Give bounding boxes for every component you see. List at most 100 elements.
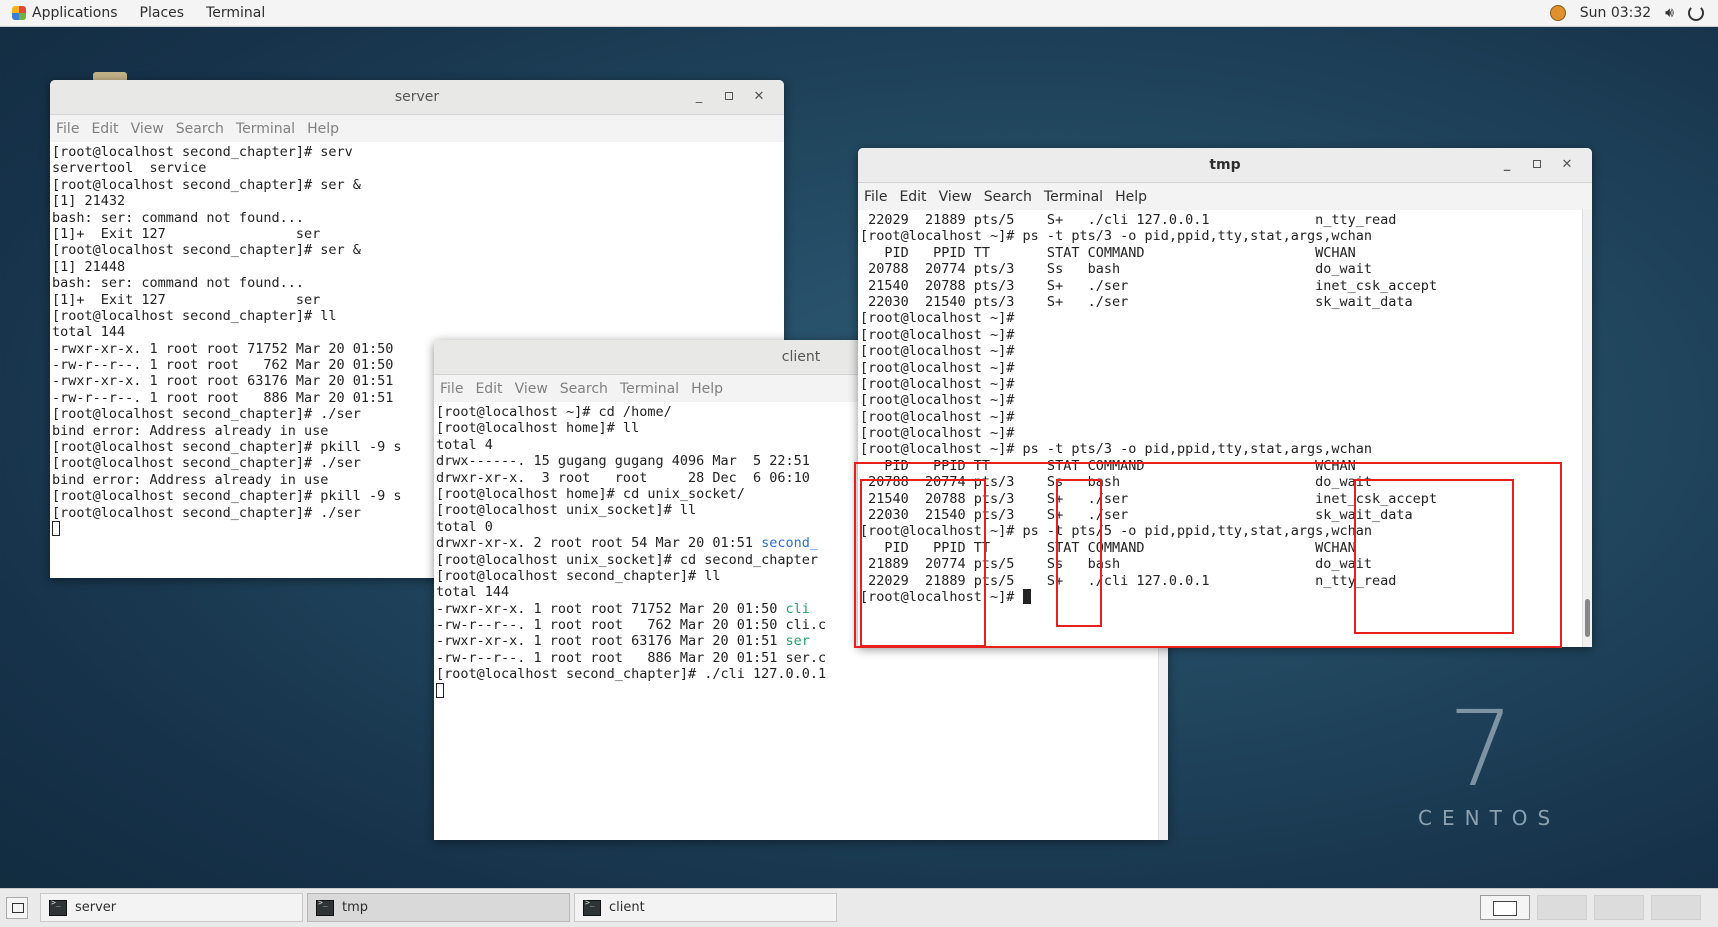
tmp-scrollbar-thumb[interactable] [1585, 599, 1590, 637]
terminal-line: 21540 20788 pts/3 S+ ./ser inet_csk_acce… [860, 490, 1438, 507]
task-server[interactable]: server [40, 893, 303, 922]
terminal-line: 20788 20774 pts/3 Ss bash do_wait [860, 261, 1373, 278]
workspace-window-preview [1493, 901, 1517, 916]
terminal-line: [root@localhost ~]# [860, 588, 1592, 605]
terminal-line-text: [root@localhost second_chapter]# ./cli 1… [436, 666, 827, 683]
terminal-line-text: [root@localhost ~]# cd /home/ [436, 404, 672, 420]
terminal-line: [root@localhost second_chapter]# serv [52, 144, 353, 160]
menu-edit[interactable]: Edit [899, 189, 926, 205]
terminal-cursor [1022, 588, 1031, 604]
terminal-colored-filename: cli [785, 600, 810, 617]
menu-search[interactable]: Search [560, 381, 608, 397]
power-icon[interactable] [1688, 5, 1704, 21]
applications-label: Applications [32, 5, 118, 21]
terminal-line: [root@localhost ~]# [860, 343, 1015, 360]
close-button[interactable]: ✕ [744, 80, 774, 114]
workspace-3[interactable] [1594, 895, 1644, 920]
terminal-line: [1] 21448 [52, 258, 126, 275]
workspace-4[interactable] [1651, 895, 1701, 920]
terminal-colored-filename: ser [785, 633, 810, 650]
task-label: tmp [342, 900, 369, 915]
server-title-bar[interactable]: server _ ✕ [50, 80, 784, 115]
places-menu[interactable]: Places [140, 5, 185, 21]
terminal-cursor-line [436, 682, 1168, 699]
terminal-line: 22029 21889 pts/5 S+ ./cli 127.0.0.1 n_t… [860, 212, 1397, 228]
terminal-app-label: Terminal [206, 5, 266, 21]
menu-terminal[interactable]: Terminal [1044, 189, 1103, 205]
terminal-cursor [436, 682, 444, 698]
terminal-line: bash: ser: command not found... [52, 209, 304, 226]
terminal-line: PID PPID TT STAT COMMAND WCHAN [860, 244, 1356, 261]
volume-icon[interactable]: 🔊︎ [1665, 5, 1674, 21]
terminal-line-text: total 144 [436, 584, 510, 601]
terminal-colored-filename: second_ [761, 535, 819, 552]
applications-icon [12, 6, 26, 20]
terminal-line: [root@localhost ~]# ps -t pts/3 -o pid,p… [860, 441, 1373, 458]
tmp-terminal-output[interactable]: 22029 21889 pts/5 S+ ./cli 127.0.0.1 n_t… [858, 210, 1592, 644]
maximize-button[interactable] [714, 80, 744, 114]
client-window-title: client [781, 349, 821, 365]
terminal-line: bash: ser: command not found... [52, 275, 304, 292]
task-tmp[interactable]: tmp [307, 893, 570, 922]
top-panel: Applications Places Terminal Sun 03:32 🔊… [0, 0, 1718, 27]
user-status-icon[interactable] [1549, 5, 1566, 21]
terminal-line: [1]+ Exit 127 ser [52, 225, 321, 242]
tmp-title-bar[interactable]: tmp _ ✕ [858, 148, 1592, 183]
menu-file[interactable]: File [864, 189, 887, 205]
terminal-line: 21540 20788 pts/3 S+ ./ser inet_csk_acce… [860, 277, 1438, 294]
terminal-line-text: -rwxr-xr-x. 1 root root 63176 Mar 20 01:… [436, 633, 786, 650]
maximize-button[interactable] [1522, 148, 1552, 182]
menu-terminal[interactable]: Terminal [620, 381, 679, 397]
task-client[interactable]: client [574, 893, 837, 922]
centos-logo-number: 7 [1448, 688, 1515, 810]
terminal-line-text: drwx------. 15 gugang gugang 4096 Mar 5 … [436, 453, 810, 470]
menu-view[interactable]: View [131, 121, 164, 137]
menu-file[interactable]: File [56, 121, 79, 137]
terminal-line: [root@localhost second_chapter]# ser & [52, 176, 361, 193]
places-label: Places [139, 5, 185, 21]
menu-help[interactable]: Help [691, 381, 723, 397]
bottom-taskbar: server tmp client [0, 888, 1718, 927]
menu-help[interactable]: Help [1115, 189, 1147, 205]
workspace-2[interactable] [1537, 895, 1587, 920]
terminal-line-text: [root@localhost home]# ll [436, 420, 640, 437]
minimize-button[interactable]: _ [1492, 148, 1522, 182]
menu-search[interactable]: Search [176, 121, 224, 137]
tmp-terminal-window[interactable]: tmp _ ✕ File Edit View Search Terminal H… [858, 148, 1592, 647]
terminal-line: 22030 21540 pts/3 S+ ./ser sk_wait_data [860, 507, 1413, 524]
tmp-scrollbar[interactable] [1582, 209, 1592, 647]
show-desktop-button[interactable] [6, 897, 28, 919]
menu-file[interactable]: File [440, 381, 463, 397]
terminal-line-text: drwxr-xr-x. 3 root root 28 Dec 6 06:10 [436, 469, 810, 486]
menu-terminal[interactable]: Terminal [236, 121, 295, 137]
clock[interactable]: Sun 03:32 [1580, 5, 1651, 21]
terminal-line-text: -rw-r--r--. 1 root root 762 Mar 20 01:50… [436, 617, 827, 634]
menu-edit[interactable]: Edit [91, 121, 118, 137]
terminal-line: [root@localhost ~]# [860, 359, 1015, 376]
terminal-line-text: total 0 [436, 518, 493, 535]
terminal-line: [1]+ Exit 127 ser [52, 291, 321, 308]
terminal-line-text: drwxr-xr-x. 2 root root 54 Mar 20 01:51 [436, 535, 762, 552]
terminal-line: 20788 20774 pts/3 Ss bash do_wait [860, 474, 1373, 491]
menu-help[interactable]: Help [307, 121, 339, 137]
terminal-line-text: -rw-r--r--. 1 root root 886 Mar 20 01:51… [436, 649, 827, 666]
menu-view[interactable]: View [515, 381, 548, 397]
terminal-line: [root@localhost ~]# [860, 425, 1015, 442]
terminal-icon [49, 898, 67, 916]
terminal-line: total 144 [52, 324, 126, 341]
terminal-line: [root@localhost ~]# [860, 375, 1015, 392]
terminal-line: [root@localhost ~]# [860, 392, 1015, 409]
maximize-icon [725, 92, 733, 100]
terminal-line-text: total 4 [436, 436, 493, 453]
menu-view[interactable]: View [939, 189, 972, 205]
menu-edit[interactable]: Edit [475, 381, 502, 397]
workspace-1[interactable] [1480, 895, 1530, 920]
centos-logo-word: CENTOS [1418, 806, 1561, 830]
minimize-button[interactable]: _ [684, 80, 714, 114]
terminal-line-text: [root@localhost home]# cd unix_socket/ [436, 485, 745, 502]
applications-menu[interactable]: Applications [12, 5, 118, 21]
close-button[interactable]: ✕ [1552, 148, 1582, 182]
menu-search[interactable]: Search [984, 189, 1032, 205]
terminal-app-menu[interactable]: Terminal [206, 5, 265, 21]
terminal-line: PID PPID TT STAT COMMAND WCHAN [860, 539, 1356, 556]
